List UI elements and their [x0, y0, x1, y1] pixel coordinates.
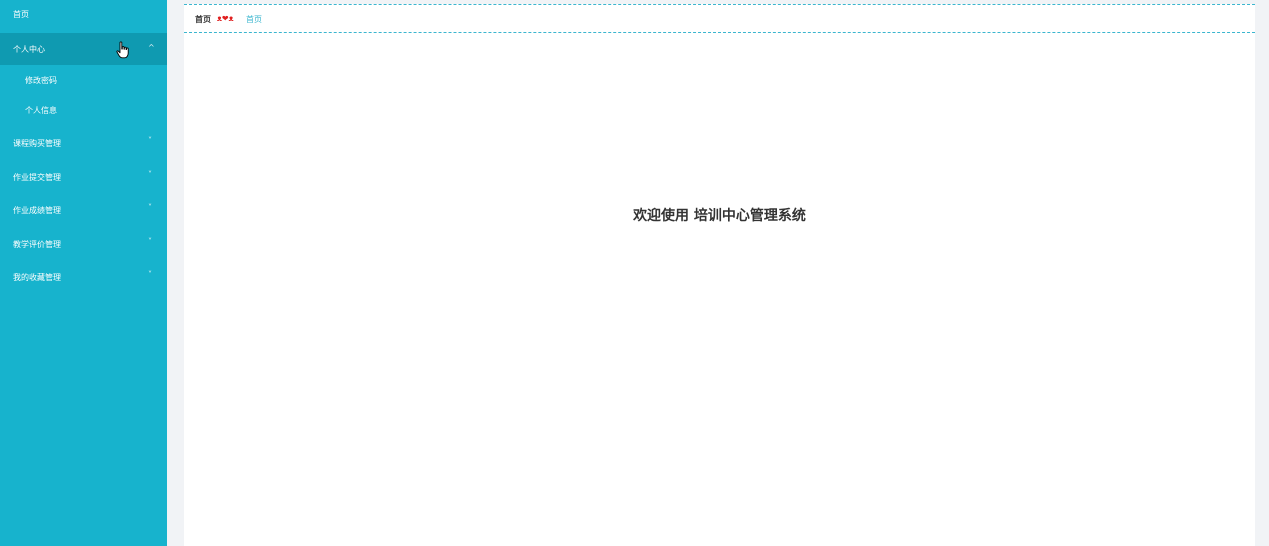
sidebar-subitem-label: 修改密码: [25, 76, 57, 85]
sidebar-subitem-personal-info[interactable]: 个人信息: [0, 95, 167, 125]
welcome-title: 欢迎使用 培训中心管理系统: [633, 208, 806, 224]
chevron-up-icon: ^: [148, 43, 155, 52]
sidebar-item-label: 首页: [13, 10, 29, 19]
hand-pointer-icon: [116, 41, 129, 59]
sidebar-item-label: 个人中心: [13, 45, 45, 54]
sidebar: 首页 个人中心 ^ 修改密码 个人信息 课程购买管理 ˅ 作业提交管理 ˅ 作业…: [0, 0, 167, 546]
sidebar-item-teaching-evaluation[interactable]: 教学评价管理 ˅: [0, 229, 167, 261]
sidebar-item-label: 我的收藏管理: [13, 273, 61, 282]
chevron-down-icon: ˅: [148, 270, 152, 279]
chevron-down-icon: ˅: [148, 136, 152, 145]
sidebar-item-label: 作业成绩管理: [13, 206, 61, 215]
sidebar-item-label: 课程购买管理: [13, 139, 61, 148]
sidebar-item-label: 作业提交管理: [13, 173, 61, 182]
sidebar-item-homework-score[interactable]: 作业成绩管理 ˅: [0, 196, 167, 228]
sidebar-item-home[interactable]: 首页: [0, 0, 167, 30]
sidebar-item-homework-submit[interactable]: 作业提交管理 ˅: [0, 162, 167, 194]
main-content: 首页 ᴥ❤ᴥ 首页 欢迎使用 培训中心管理系统: [184, 4, 1255, 546]
sidebar-subitem-change-password[interactable]: 修改密码: [0, 65, 167, 95]
chevron-down-icon: ˅: [148, 170, 152, 179]
sidebar-item-favorites[interactable]: 我的收藏管理 ˅: [0, 262, 167, 294]
sidebar-subitem-label: 个人信息: [25, 106, 57, 115]
breadcrumb-home-link[interactable]: 首页: [195, 14, 211, 25]
sidebar-item-label: 教学评价管理: [13, 240, 61, 249]
sidebar-item-course-purchase[interactable]: 课程购买管理 ˅: [0, 128, 167, 160]
breadcrumb-current: 首页: [246, 15, 262, 24]
chevron-down-icon: ˅: [148, 203, 152, 212]
chevron-down-icon: ˅: [148, 237, 152, 246]
breadcrumb-separator-icon: ᴥ❤ᴥ: [217, 14, 234, 23]
breadcrumb: 首页 ᴥ❤ᴥ 首页: [184, 4, 1255, 33]
sidebar-item-personal-center[interactable]: 个人中心 ^: [0, 33, 167, 65]
